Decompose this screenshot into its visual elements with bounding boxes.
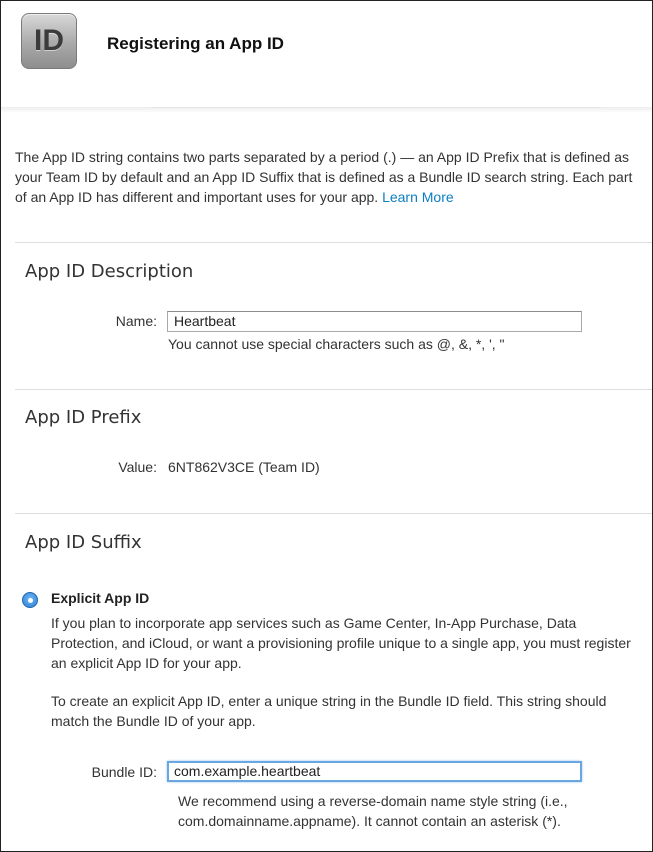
section-title-prefix: App ID Prefix [25,407,142,428]
bundle-id-label: Bundle ID: [91,764,157,780]
section-divider [15,513,652,514]
intro-text: The App ID string contains two parts sep… [15,147,640,207]
name-input[interactable]: Heartbeat [167,311,582,332]
section-title-suffix: App ID Suffix [25,532,142,553]
name-label: Name: [115,313,157,329]
header-divider [151,107,601,108]
bundle-id-input[interactable]: com.example.heartbeat [167,761,582,782]
prefix-value-label: Value: [118,459,157,475]
name-hint: You cannot use special characters such a… [168,336,505,352]
page-header: ID Registering an App ID [1,1,652,111]
explicit-app-id-radio[interactable] [22,592,38,608]
prefix-value: 6NT862V3CE (Team ID) [168,459,320,475]
page-frame: ID Registering an App ID The App ID stri… [0,0,653,852]
section-title-description: App ID Description [25,261,194,282]
intro-body: The App ID string contains two parts sep… [15,149,633,205]
explicit-instructions: To create an explicit App ID, enter a un… [51,693,607,729]
section-divider [15,389,652,390]
app-id-icon: ID [21,13,77,69]
bundle-id-hint: We recommend using a reverse-domain name… [178,793,568,829]
page-title: Registering an App ID [107,34,284,53]
learn-more-link[interactable]: Learn More [382,189,454,205]
explicit-description: If you plan to incorporate app services … [51,615,631,671]
section-divider [15,242,652,243]
explicit-app-id-label[interactable]: Explicit App ID [51,590,149,606]
